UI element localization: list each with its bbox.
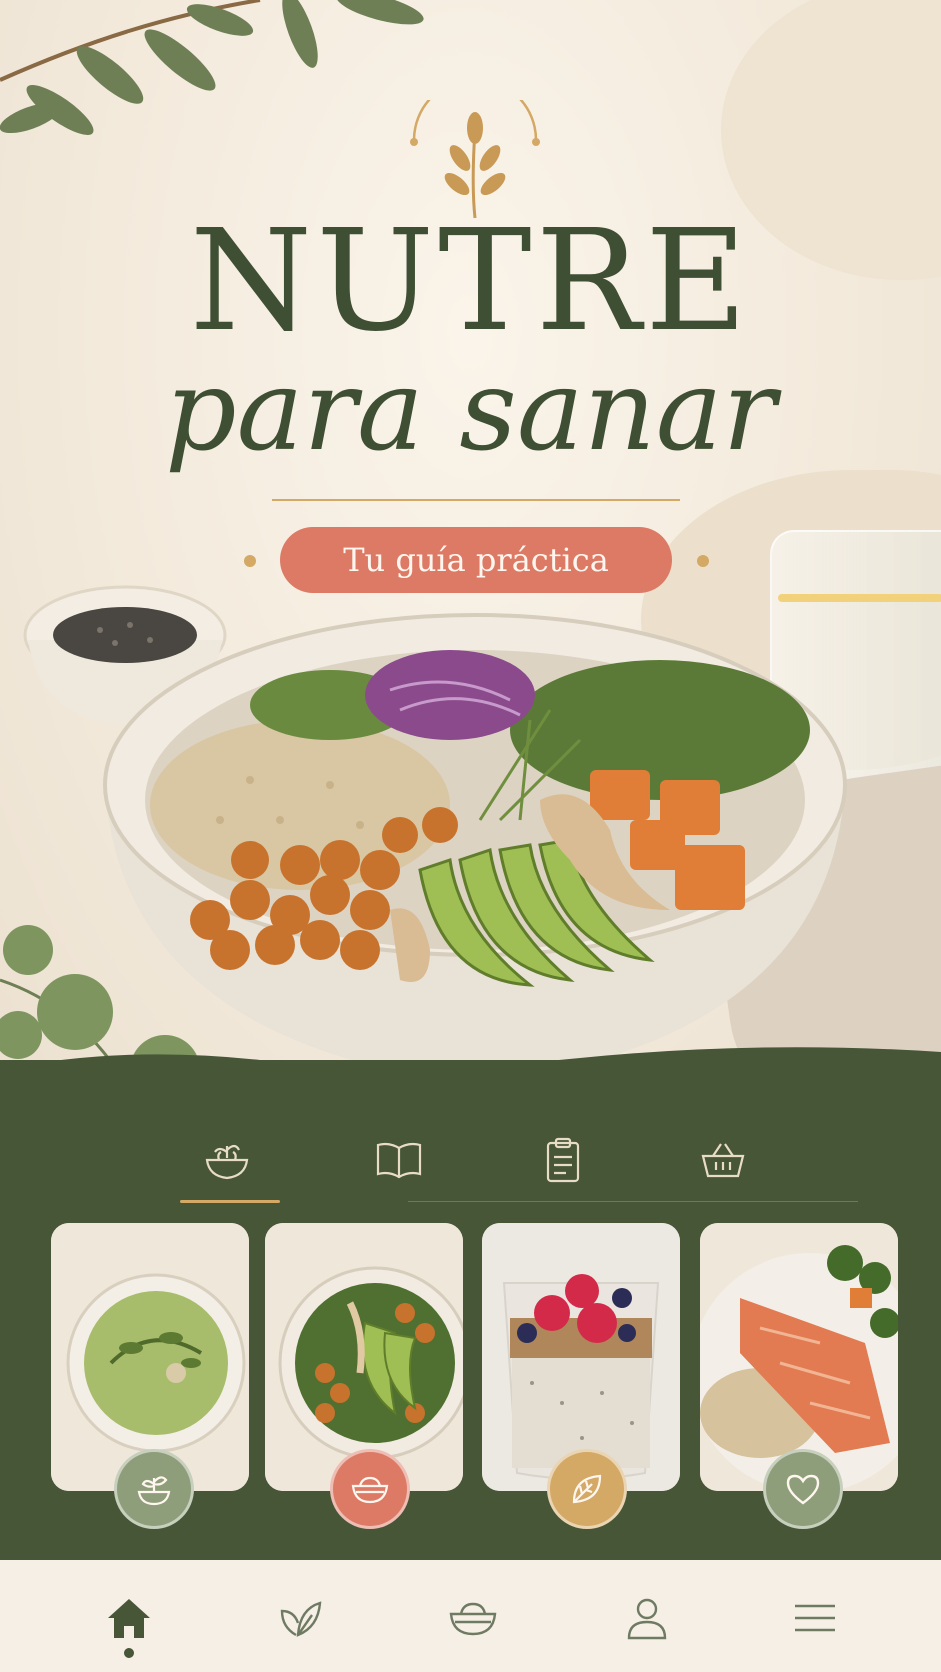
clipboard-icon [546, 1137, 580, 1183]
decor-dot [244, 555, 256, 567]
tab-recipes[interactable] [354, 1120, 444, 1200]
card-badge-soup[interactable] [114, 1449, 194, 1529]
divider [272, 499, 680, 501]
bowl-icon [449, 1602, 497, 1636]
bowl-sprout-icon [205, 1144, 249, 1180]
card-badge-parfait[interactable] [547, 1449, 627, 1529]
heart-icon [786, 1474, 820, 1505]
basket-icon [701, 1143, 745, 1178]
user-icon [627, 1598, 667, 1640]
active-nav-indicator [124, 1648, 134, 1658]
nav-profile[interactable] [612, 1588, 682, 1648]
bottom-nav [0, 1560, 941, 1672]
olive-branch-icon [0, 0, 424, 135]
page-subtitle: para sanar [164, 346, 777, 476]
category-tabs [0, 1120, 941, 1210]
guide-button[interactable]: Tu guía práctica [280, 527, 672, 593]
menu-icon [795, 1604, 835, 1632]
leaf-icon [572, 1474, 602, 1504]
tab-shopping[interactable] [678, 1120, 768, 1200]
decor-dot [697, 555, 709, 567]
active-tab-indicator [180, 1200, 280, 1203]
nav-nutrition[interactable] [265, 1588, 335, 1648]
tab-bowls[interactable] [182, 1120, 272, 1200]
card-badge-salmon[interactable] [763, 1449, 843, 1529]
tab-plans[interactable] [518, 1120, 608, 1200]
hero-banner: NUTRE para sanar Tu guía práctica [0, 0, 941, 1110]
nav-meals[interactable] [438, 1588, 508, 1648]
leaf-icon [280, 1601, 322, 1637]
open-book-icon [376, 1142, 422, 1179]
nav-home[interactable] [94, 1588, 164, 1648]
bowl-icon [351, 1476, 389, 1504]
card-badge-bowl[interactable] [330, 1449, 410, 1529]
sprout-icon [137, 1476, 171, 1506]
home-icon [108, 1599, 150, 1638]
nav-menu[interactable] [780, 1588, 850, 1648]
tab-divider [408, 1201, 858, 1202]
page-title: NUTRE [189, 200, 752, 363]
